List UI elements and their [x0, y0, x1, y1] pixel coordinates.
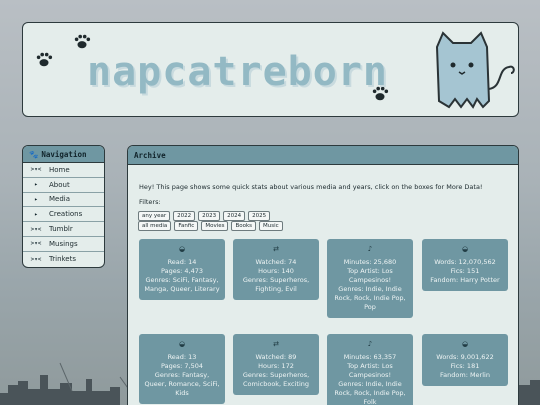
card-line: Genres: Fantasy, Queer, Romance, SciFi, … — [144, 371, 220, 397]
card-line: Words: 9,001,622 — [436, 353, 494, 361]
nav-item-media[interactable]: ▸ Media — [23, 193, 104, 208]
site-title: napcatreborn — [87, 49, 388, 95]
gamepad-icon: ◒ — [178, 340, 186, 348]
nav-label: Home — [49, 165, 70, 174]
card-line: Hours: 140 — [258, 267, 294, 275]
card-line: Genres: Superheros, Fighting, Evil — [242, 276, 310, 293]
paw-print-icon: 🐾 — [29, 149, 39, 159]
site-header: napcatreborn — [22, 22, 519, 117]
card-line: Fandom: Merlin — [440, 371, 490, 379]
nav-item-trinkets[interactable]: >▾< Trinkets — [23, 252, 104, 267]
nav-marker: ▸ — [34, 195, 38, 203]
film-icon: ⇄ — [273, 245, 279, 253]
navigation-header: 🐾 Navigation — [23, 146, 104, 163]
card-line: Fandom: Harry Potter — [430, 276, 500, 284]
nav-label: Musings — [49, 239, 78, 248]
nav-item-about[interactable]: ▸ About — [23, 178, 104, 193]
filter-2024[interactable]: 2024 — [223, 211, 246, 221]
card-line: Hours: 172 — [258, 362, 294, 370]
card-line: Pages: 7,504 — [161, 362, 203, 370]
paw-print-icon — [36, 52, 53, 67]
card-line: Top Artist: Los Campesinos! — [347, 362, 393, 379]
media-filter-row: all media Fanfic Movies Books Music — [138, 221, 283, 231]
card-line: Genres: Superheros, Comicbook, Exciting — [242, 371, 310, 388]
nav-label: Media — [49, 195, 71, 204]
stats-card-music-2025[interactable]: ♪ Minutes: 25,680 Top Artist: Los Campes… — [327, 239, 413, 318]
filter-music[interactable]: Music — [259, 221, 283, 231]
filters-label: Filters: — [139, 198, 161, 206]
music-icon: ♪ — [367, 245, 373, 253]
card-line: Genres: Indie, Indie Rock, Rock, Indie P… — [334, 285, 406, 311]
nav-marker: ▸ — [34, 210, 38, 218]
film-icon: ⇄ — [273, 340, 279, 348]
stats-card-movies-2025[interactable]: ⇄ Watched: 74 Hours: 140 Genres: Superhe… — [233, 239, 319, 300]
nav-label: Creations — [49, 210, 83, 219]
navigation-title: Navigation — [41, 149, 87, 159]
filter-all-media[interactable]: all media — [138, 221, 172, 231]
filter-2022[interactable]: 2022 — [173, 211, 196, 221]
filter-movies[interactable]: Movies — [201, 221, 229, 231]
filter-books[interactable]: Books — [231, 221, 257, 231]
archive-intro-text: Hey! This page shows some quick stats ab… — [139, 183, 483, 191]
card-line: Top Artist: Los Campesinos! — [347, 267, 393, 284]
card-line: Watched: 74 — [255, 258, 297, 266]
nav-item-creations[interactable]: ▸ Creations — [23, 207, 104, 223]
filter-2025[interactable]: 2025 — [248, 211, 271, 221]
card-line: Read: 14 — [167, 258, 197, 266]
card-line: Read: 13 — [167, 353, 197, 361]
gamepad-icon: ◒ — [178, 245, 186, 253]
fanfic-icon: ◒ — [461, 245, 469, 253]
nav-label: Tumblr — [49, 225, 73, 234]
card-line: Genres: Indie, Indie Rock, Rock, Indie P… — [334, 380, 406, 405]
card-line: Minutes: 63,357 — [343, 353, 397, 361]
nav-label: About — [49, 180, 70, 189]
nav-marker: >▾< — [30, 240, 42, 248]
card-line: Minutes: 25,680 — [343, 258, 397, 266]
nav-item-home[interactable]: >▾< Home — [23, 163, 104, 178]
nav-marker: >▾< — [30, 225, 42, 233]
filter-fanfic[interactable]: Fanfic — [174, 221, 199, 231]
filter-2023[interactable]: 2023 — [198, 211, 221, 221]
nav-marker: >▾< — [30, 255, 42, 263]
card-line: Genres: SciFi, Fantasy, Manga, Queer, Li… — [144, 276, 220, 293]
stats-card-movies-2024[interactable]: ⇄ Watched: 89 Hours: 172 Genres: Superhe… — [233, 334, 319, 395]
navigation-panel: 🐾 Navigation >▾< Home ▸ About ▸ Media ▸ Crea… — [22, 145, 105, 268]
nav-marker: ▸ — [34, 181, 38, 189]
card-line: Fics: 151 — [450, 267, 480, 275]
stats-card-fanfic-2025[interactable]: ◒ Words: 12,070,562 Fics: 151 Fandom: Ha… — [422, 239, 508, 291]
card-line: Fics: 181 — [450, 362, 480, 370]
stats-card-books-2024[interactable]: ◒ Read: 13 Pages: 7,504 Genres: Fantasy,… — [139, 334, 225, 404]
nav-item-musings[interactable]: >▾< Musings — [23, 237, 104, 252]
card-line: Words: 12,070,562 — [434, 258, 496, 266]
card-line: Pages: 4,473 — [161, 267, 203, 275]
filter-any-year[interactable]: any year — [138, 211, 171, 221]
nav-item-tumblr[interactable]: >▾< Tumblr — [23, 222, 104, 237]
archive-panel: Archive Hey! This page shows some quick … — [127, 145, 519, 405]
music-icon: ♪ — [367, 340, 373, 348]
fanfic-icon: ◒ — [461, 340, 469, 348]
stats-card-music-2024[interactable]: ♪ Minutes: 63,357 Top Artist: Los Campes… — [327, 334, 413, 405]
card-line: Watched: 89 — [255, 353, 297, 361]
nav-label: Trinkets — [49, 255, 77, 264]
stats-card-books-2025[interactable]: ◒ Read: 14 Pages: 4,473 Genres: SciFi, F… — [139, 239, 225, 300]
year-filter-row: any year 2022 2023 2024 2025 — [138, 211, 271, 221]
stats-card-fanfic-2024[interactable]: ◒ Words: 9,001,622 Fics: 181 Fandom: Mer… — [422, 334, 508, 386]
cat-mascot-icon — [435, 31, 515, 109]
nav-marker: >▾< — [30, 166, 42, 174]
archive-title: Archive — [128, 146, 518, 165]
